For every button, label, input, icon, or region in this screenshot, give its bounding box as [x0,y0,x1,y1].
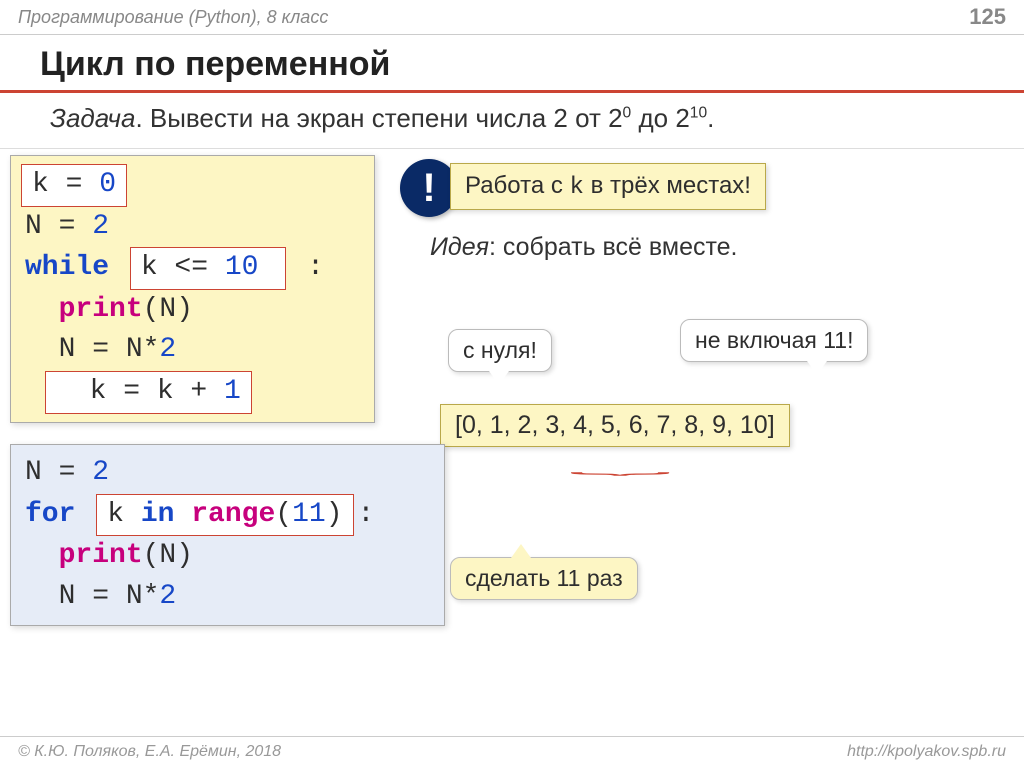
code-line: N = 2 [25,207,360,248]
footer-copyright: © К.Ю. Поляков, Е.А. Ерёмин, 2018 [18,743,281,761]
idea-line: Идея: собрать всё вместе. [430,233,738,262]
content-area: k = 0 N = 2 while k <= 10 : print(N) N =… [0,149,1024,739]
task-line: Задача. Вывести на экран степени числа 2… [0,93,1024,149]
callout-from-zero: с нуля! [448,329,552,372]
slide-title: Цикл по переменной [40,45,1002,84]
code-line: for k in range(11) : [25,494,430,537]
task-exp-1: 10 [690,104,707,121]
code-line: N = 2 [25,453,430,494]
code-line: print(N) [25,290,360,331]
code-line: k = 0 [25,164,360,207]
course-label: Программирование (Python), 8 класс [18,7,328,28]
code-line: print(N) [25,536,430,577]
code-line: N = N*2 [25,577,430,618]
range-sequence: [0, 1, 2, 3, 4, 5, 6, 7, 8, 9, 10] [440,404,790,447]
task-exp-0: 0 [623,104,632,121]
page-number: 125 [969,4,1006,30]
title-section: Цикл по переменной [0,35,1024,93]
task-text-1: . Вывести на экран степени числа 2 от 2 [135,103,622,133]
top-bar: Программирование (Python), 8 класс 125 [0,0,1024,35]
code-block-for: N = 2 for k in range(11) : print(N) N = … [10,444,445,626]
code-line: k = k + 1 [25,371,360,414]
code-block-while: k = 0 N = 2 while k <= 10 : print(N) N =… [10,155,375,423]
brace-icon: ⏟ [569,458,671,476]
code-line: while k <= 10 : [25,247,360,290]
footer-url: http://kpolyakov.spb.ru [847,743,1006,761]
callout-not-including-11: не включая 11! [680,319,868,362]
note-three-places: Работа с k в трёх местах! [450,163,766,210]
callout-do-11-times: сделать 11 раз [450,557,638,600]
task-lead: Задача [50,103,135,133]
task-text-2: до 2 [631,103,690,133]
footer: © К.Ю. Поляков, Е.А. Ерёмин, 2018 http:/… [0,736,1024,767]
task-text-3: . [707,103,714,133]
code-line: N = N*2 [25,330,360,371]
